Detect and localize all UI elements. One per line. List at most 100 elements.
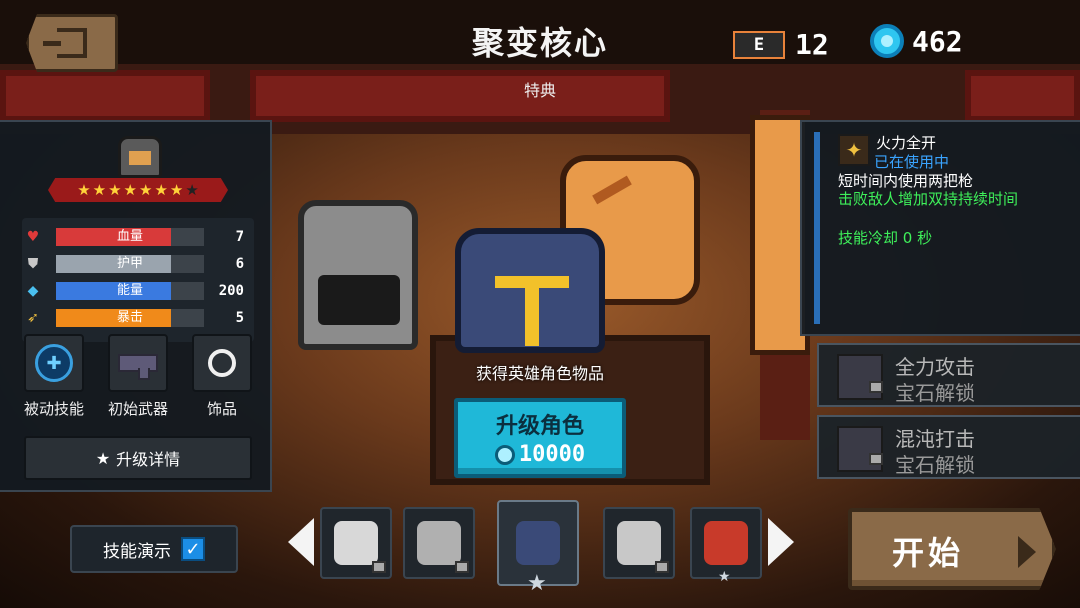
start-label: 开始 bbox=[892, 534, 965, 572]
hero-slot-robot[interactable] bbox=[403, 507, 475, 579]
star-icon: ★ bbox=[185, 180, 199, 199]
locked-skill-full-attack[interactable]: 全力攻击 宝石解锁 bbox=[817, 343, 1080, 407]
energy-icon: E bbox=[733, 30, 785, 59]
stat-value: 5 bbox=[235, 310, 244, 326]
energy-counter: E 12 bbox=[733, 28, 829, 61]
selected-star-icon: ★ bbox=[527, 571, 547, 596]
locked-skill-chaos-strike[interactable]: 混沌打击 宝石解锁 bbox=[817, 415, 1080, 479]
passive-skill-slot[interactable]: ✚ bbox=[24, 334, 84, 392]
heart-icon: ♥ bbox=[26, 229, 40, 245]
berserker-face-icon bbox=[704, 521, 748, 565]
hero-slot-werewolf[interactable] bbox=[603, 507, 675, 579]
star-icon: ★ bbox=[154, 180, 168, 199]
hero-slot-berserker[interactable]: ★ bbox=[690, 507, 762, 585]
starting-weapon-slot[interactable] bbox=[108, 334, 168, 392]
star-icon: ★ bbox=[77, 180, 91, 199]
armor-icon: ⛊ bbox=[27, 256, 39, 272]
grey-knight-sprite bbox=[278, 180, 438, 380]
gem-icon bbox=[870, 24, 904, 58]
carousel-prev-arrow-icon[interactable] bbox=[288, 518, 314, 566]
stat-label: 护甲 bbox=[116, 256, 143, 271]
paladin-face-icon bbox=[516, 521, 560, 565]
hero-slot-paladin-selected[interactable]: ★ bbox=[497, 500, 579, 596]
star-icon: ★ bbox=[169, 180, 184, 199]
stat-row-armor: ⛊ 护甲 6 bbox=[22, 253, 254, 275]
skill-status: 已在使用中 bbox=[874, 153, 950, 171]
slot-label-passive: 被动技能 bbox=[23, 400, 84, 418]
energy-crystal-icon: ◆ bbox=[27, 283, 39, 299]
locked-skill-status: 宝石解锁 bbox=[895, 453, 975, 477]
accessory-slot[interactable] bbox=[192, 334, 252, 392]
play-arrow-icon bbox=[1018, 536, 1036, 568]
upgrade-character-button[interactable]: 升级角色 10000 bbox=[454, 398, 626, 478]
locked-skill-name: 混沌打击 bbox=[895, 427, 975, 451]
grey-knight-visor bbox=[318, 275, 400, 325]
stat-bar: 能量 bbox=[56, 282, 204, 300]
active-skill-panel: ✦ 火力全开 已在使用中 短时间内使用两把枪 击败敌人增加双持持续时间 技能冷却… bbox=[800, 120, 1080, 336]
upgrade-details-label: 升级详情 bbox=[116, 450, 181, 469]
stat-label: 暴击 bbox=[116, 310, 143, 325]
skill-name: 火力全开 bbox=[876, 134, 937, 152]
stat-label: 能量 bbox=[116, 283, 143, 298]
crossed-swords-icon bbox=[837, 354, 883, 400]
stat-bar: 护甲 bbox=[56, 255, 204, 273]
dual-guns-icon: ✦ bbox=[838, 134, 870, 166]
character-stats-panel: ★ ★ ★ ★ ★ ★ ★ ★ ♥ 血量 7 ⛊ 护甲 6 ◆ 能量 200 ➶… bbox=[0, 120, 272, 492]
star-icon: ★ bbox=[139, 180, 153, 199]
lock-icon bbox=[869, 453, 883, 465]
stat-value: 7 bbox=[235, 229, 244, 245]
gem-count: 462 bbox=[912, 24, 963, 58]
star-icon: ★ bbox=[95, 448, 111, 468]
lock-icon bbox=[869, 381, 883, 393]
lock-icon bbox=[372, 561, 386, 573]
paladin-visor-stem bbox=[525, 276, 539, 346]
skill-effect: 击败敌人增加双持持续时间 bbox=[838, 190, 1019, 208]
stat-row-energy: ◆ 能量 200 bbox=[22, 280, 254, 302]
energy-count: 12 bbox=[795, 28, 829, 61]
star-rating: ★ ★ ★ ★ ★ ★ ★ ★ bbox=[48, 178, 228, 202]
upgrade-cost: 10000 bbox=[458, 442, 622, 467]
locked-skill-status: 宝石解锁 bbox=[895, 381, 975, 405]
checkbox-checked-icon[interactable]: ✓ bbox=[181, 537, 205, 561]
locked-skill-name: 全力攻击 bbox=[895, 355, 975, 379]
stat-label: 血量 bbox=[116, 229, 143, 244]
robot-face-icon bbox=[417, 521, 461, 565]
slot-label-weapon: 初始武器 bbox=[107, 400, 168, 418]
lock-icon bbox=[455, 561, 469, 573]
star-icon: ★ bbox=[92, 180, 107, 199]
crit-icon: ➶ bbox=[27, 310, 39, 326]
gem-counter: 462 bbox=[870, 24, 963, 58]
shield-icon: ✚ bbox=[35, 344, 73, 382]
stat-bar: 血量 bbox=[56, 228, 204, 246]
stat-row-crit: ➶ 暴击 5 bbox=[22, 307, 254, 329]
chaos-strike-icon bbox=[837, 426, 883, 472]
skill-accent-bar bbox=[814, 132, 820, 324]
stat-value: 6 bbox=[235, 256, 244, 272]
slot-label-accessory: 饰品 bbox=[206, 400, 237, 418]
carousel-next-arrow-icon[interactable] bbox=[768, 518, 794, 566]
star-icon: ★ bbox=[718, 569, 731, 585]
character-portrait bbox=[118, 136, 162, 178]
gem-icon bbox=[494, 444, 515, 465]
lock-icon bbox=[655, 561, 669, 573]
start-button[interactable]: 开始 bbox=[848, 508, 1056, 590]
upgrade-cost-value: 10000 bbox=[518, 442, 586, 467]
skill-demo-toggle[interactable]: 技能演示 ✓ bbox=[70, 525, 238, 573]
upgrade-character-label: 升级角色 bbox=[495, 414, 584, 439]
skill-cooldown: 技能冷却 0 秒 bbox=[838, 229, 933, 247]
skill-demo-label: 技能演示 bbox=[103, 541, 171, 562]
stat-row-hp: ♥ 血量 7 bbox=[22, 226, 254, 248]
hero-slot-panda[interactable] bbox=[320, 507, 392, 579]
ring-icon bbox=[208, 349, 236, 377]
skill-description: 短时间内使用两把枪 bbox=[838, 172, 974, 190]
stat-bar: 暴击 bbox=[56, 309, 204, 327]
stat-value: 200 bbox=[218, 283, 244, 299]
werewolf-face-icon bbox=[617, 521, 661, 565]
star-icon: ★ bbox=[123, 180, 137, 199]
page-subtitle: 特典 bbox=[523, 81, 556, 100]
upgrade-details-button[interactable]: ★ 升级详情 bbox=[24, 436, 252, 480]
gun-icon bbox=[118, 354, 158, 380]
paladin-sprite[interactable] bbox=[445, 218, 620, 358]
panda-face-icon bbox=[334, 521, 378, 565]
star-icon: ★ bbox=[108, 180, 122, 199]
